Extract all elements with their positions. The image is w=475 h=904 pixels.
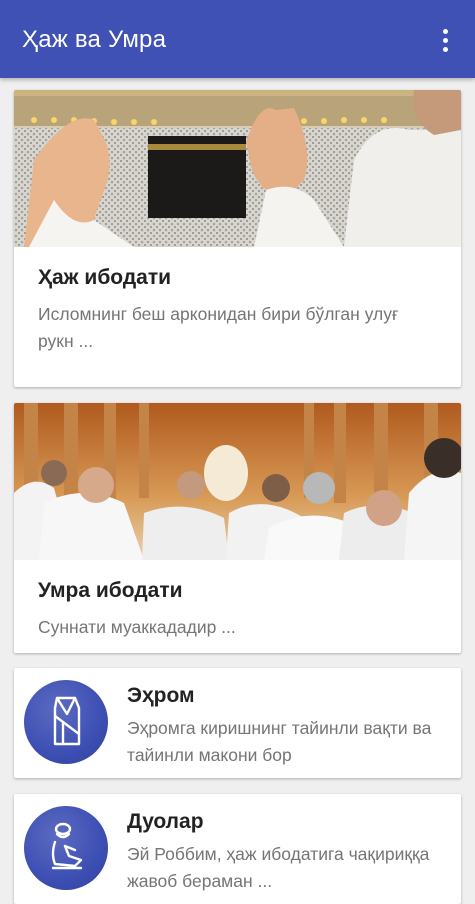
card-title: Ҳаж ибодати [38,266,172,289]
pilgrims-photo [14,403,461,560]
card-umrah[interactable]: Умра ибодати Суннати муаккададир ... [14,403,461,653]
kaaba-photo [14,90,461,247]
card-title: Умра ибодати [38,579,183,602]
card-ihram[interactable]: Эҳром Эҳромга киришнинг тайинли вақти ва… [14,668,461,778]
card-description: Исломнинг беш арконидан бири бўлган улуғ… [38,304,399,351]
card-description: Эй Роббим, ҳаж ибодатига чақириққа жавоб… [127,844,430,891]
card-description: Суннати муаккададир ... [38,617,236,637]
praying-person-icon [24,806,108,890]
card-hajj[interactable]: Ҳаж ибодати Исломнинг беш арконидан бири… [14,90,461,387]
ihram-garment-icon [24,680,108,764]
more-options-icon[interactable] [429,24,461,56]
app-title: Ҳаж ва Умра [22,26,167,53]
card-title: Дуолар [127,810,204,833]
card-duas[interactable]: Дуолар Эй Роббим, ҳаж ибодатига чақириққ… [14,794,461,904]
card-title: Эҳром [127,684,195,707]
app-bar: Ҳаж ва Умра [0,0,475,78]
card-description: Эҳромга киришнинг тайинли вақти ва тайин… [127,718,432,765]
